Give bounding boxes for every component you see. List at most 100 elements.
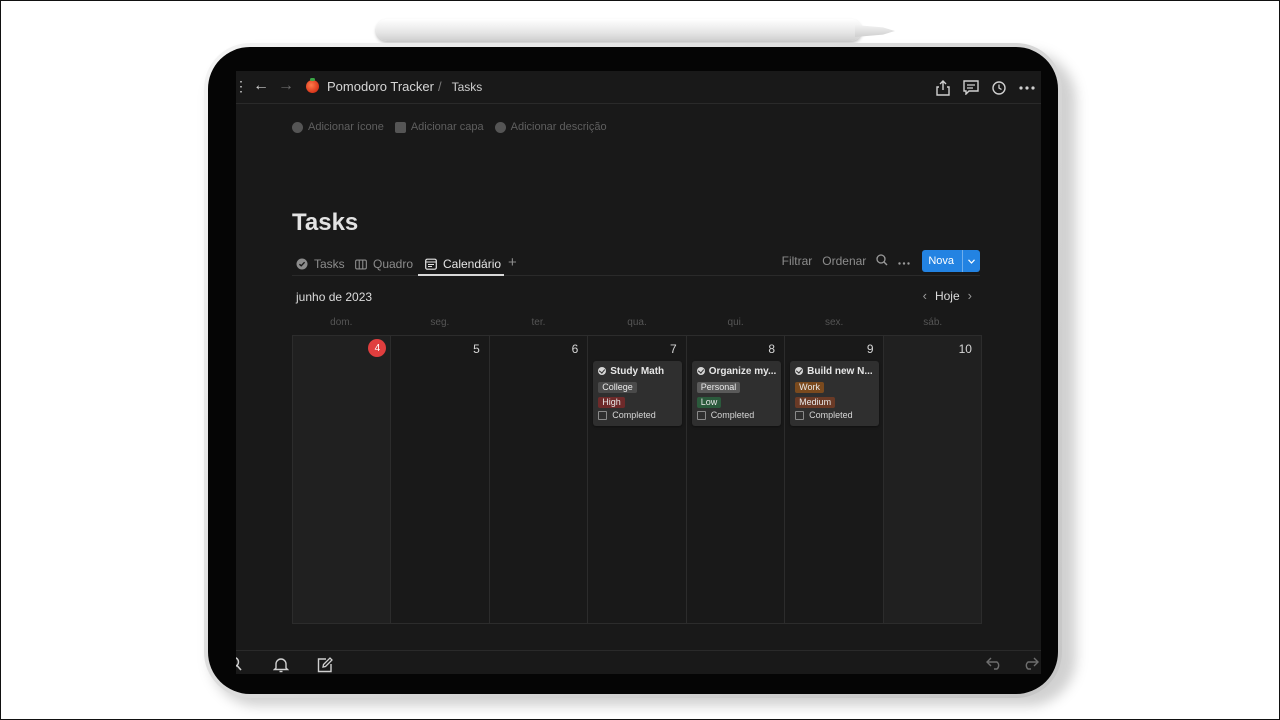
active-tab-indicator (418, 274, 504, 276)
priority-row: High (598, 392, 677, 408)
breadcrumb-workspace[interactable]: Pomodoro Tracker (327, 79, 434, 94)
search-icon[interactable] (236, 657, 244, 674)
breadcrumb: Pomodoro Tracker / Tasks (306, 78, 483, 94)
calendar-day[interactable]: 10 (883, 336, 982, 624)
search-icon[interactable] (876, 253, 888, 269)
completed-checkbox[interactable] (696, 410, 706, 420)
calendar-day[interactable]: 4 (293, 336, 392, 624)
bell-icon[interactable] (272, 657, 290, 674)
share-icon[interactable] (929, 78, 957, 98)
top-actions (929, 71, 1041, 104)
apple-pencil (376, 19, 862, 41)
add-icon-label: Adicionar ícone (308, 121, 384, 133)
check-circle-icon (296, 258, 308, 270)
top-bar: ⋮ ← → Pomodoro Tracker / Tasks (236, 71, 1041, 104)
task-check-icon (598, 367, 607, 375)
calendar-day[interactable]: 7 Study Math College High Completed (588, 336, 687, 624)
today-badge: 4 (368, 339, 387, 357)
priority-tag: High (598, 397, 625, 408)
add-description-label: Adicionar descrição (510, 121, 607, 133)
priority-tag: Low (696, 397, 722, 408)
priority-row: Medium (795, 392, 874, 408)
task-title: Organize my... (708, 365, 776, 377)
task-title: Build new N... (807, 365, 873, 377)
task-card[interactable]: Study Math College High Completed (593, 361, 683, 426)
day-number: 6 (571, 342, 579, 356)
weekday-label: seg. (430, 317, 450, 328)
tab-calendario-label: Calendário (443, 257, 502, 271)
forward-arrow-icon[interactable]: → (278, 78, 294, 94)
day-number: 7 (670, 342, 677, 356)
chevron-down-icon[interactable] (962, 250, 980, 272)
task-card[interactable]: Build new N... Work Medium Completed (790, 361, 880, 426)
board-icon (355, 258, 367, 270)
calendar-day[interactable]: 8 Organize my... Personal Low Completed (686, 336, 786, 624)
weekday-label: sex. (825, 317, 844, 328)
task-title-row: Study Math (598, 365, 677, 377)
weekday-label: qua. (627, 317, 647, 328)
task-card[interactable]: Organize my... Personal Low Completed (691, 361, 781, 426)
calendar-grid: 4 5 6 7 Study Math College High Complete… (292, 335, 982, 624)
day-number: 5 (473, 342, 480, 356)
calendar-day[interactable]: 9 Build new N... Work Medium Completed (785, 336, 884, 624)
history-icon[interactable] (985, 78, 1013, 98)
completed-row: Completed (795, 410, 874, 420)
ipad-bezel: ⋮ ← → Pomodoro Tracker / Tasks Adicionar… (208, 47, 1058, 694)
view-toolbar: Filtrar Ordenar Nova (772, 249, 980, 273)
comment-icon[interactable] (957, 78, 985, 98)
more-icon[interactable] (1013, 78, 1041, 98)
tab-quadro[interactable]: Quadro (355, 253, 413, 275)
apple-pencil-tip (855, 25, 895, 37)
sidebar-menu-icon[interactable]: ⋮ (236, 79, 248, 93)
page-title[interactable]: Tasks (292, 209, 358, 237)
day-number: 10 (958, 342, 972, 356)
smiley-icon (292, 121, 303, 133)
breadcrumb-current[interactable]: Tasks (452, 80, 483, 94)
weekday-label: qui. (727, 317, 744, 328)
tab-tasks-label: Tasks (314, 257, 345, 271)
completed-label: Completed (710, 410, 755, 420)
calendar-day[interactable]: 6 (489, 336, 589, 624)
page-actions: Adicionar ícone Adicionar capa Adicionar… (292, 121, 618, 133)
add-view-icon[interactable]: + (508, 255, 517, 270)
completed-label: Completed (612, 410, 656, 420)
back-arrow-icon[interactable]: ← (253, 78, 269, 94)
compose-icon[interactable] (317, 657, 333, 674)
new-button-label[interactable]: Nova (922, 255, 962, 267)
tomato-icon (306, 78, 319, 93)
calendar-month: junho de 2023 (296, 290, 373, 304)
day-number: 8 (768, 342, 776, 356)
redo-icon[interactable] (1022, 657, 1039, 673)
weekday-label: ter. (531, 317, 546, 328)
weekday-label: dom. (330, 317, 353, 328)
tab-tasks[interactable]: Tasks (296, 253, 345, 275)
add-icon-action[interactable]: Adicionar ícone (292, 121, 384, 133)
add-cover-action[interactable]: Adicionar capa (394, 121, 484, 133)
sort-button[interactable]: Ordenar (822, 254, 866, 268)
weekday-label: sáb. (923, 317, 943, 328)
new-button: Nova (922, 250, 980, 272)
calendar-day[interactable]: 5 (391, 336, 490, 624)
category-row: Work (795, 377, 874, 393)
filter-button[interactable]: Filtrar (782, 254, 813, 268)
category-row: College (598, 377, 677, 393)
calendar-header: junho de 2023 ‹ Hoje › (294, 288, 980, 308)
task-title-row: Organize my... (696, 365, 776, 377)
view-bar: Tasks Quadro Calendário + Filtrar Ordena… (292, 248, 980, 276)
tab-calendario[interactable]: Calendário (425, 253, 501, 275)
view-more-icon[interactable] (898, 254, 911, 268)
completed-checkbox[interactable] (598, 410, 608, 420)
chevron-right-icon[interactable]: › (968, 288, 972, 303)
priority-row: Low (696, 392, 776, 408)
undo-icon[interactable] (986, 657, 1003, 673)
chevron-left-icon[interactable]: ‹ (923, 288, 927, 303)
add-description-action[interactable]: Adicionar descrição (494, 121, 607, 133)
day-number: 9 (866, 342, 874, 356)
priority-tag: Medium (795, 397, 836, 408)
task-check-icon (696, 367, 705, 375)
add-cover-label: Adicionar capa (410, 121, 484, 133)
task-title-row: Build new N... (795, 365, 874, 377)
completed-row: Completed (696, 410, 776, 420)
today-button[interactable]: Hoje (935, 289, 960, 303)
completed-checkbox[interactable] (795, 410, 805, 420)
